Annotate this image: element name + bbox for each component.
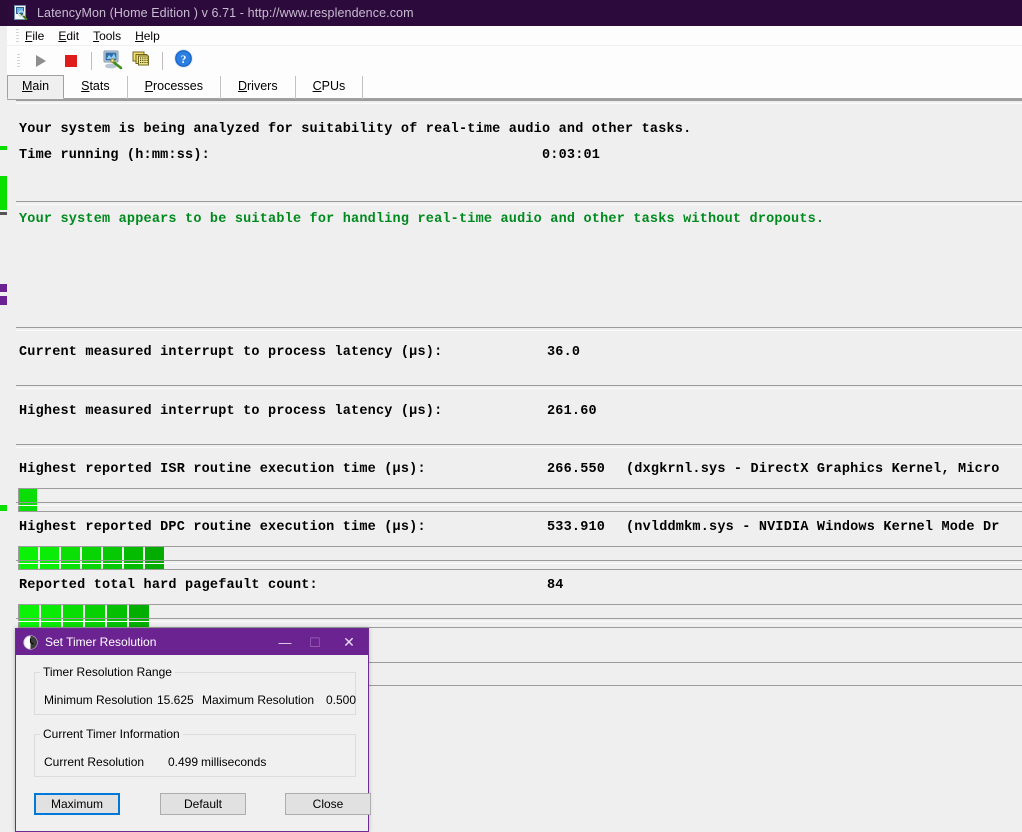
latencymon-window: LatencyMon (Home Edition ) v 6.71 - http… <box>7 0 1022 832</box>
maximum-resolution-value: 0.500 <box>326 693 357 707</box>
divider-row-4 <box>16 560 1022 564</box>
question-help-icon: ? <box>173 48 194 74</box>
background-green-strip-3 <box>0 505 7 511</box>
tabstrip: Main Stats Processes Drivers CPUs <box>7 75 1022 100</box>
toolbar-separator-2 <box>162 52 163 70</box>
close-button[interactable]: Close <box>285 793 371 815</box>
background-purple-strip-1 <box>0 284 7 292</box>
start-button[interactable] <box>26 48 56 74</box>
divider-row-2 <box>16 444 1022 448</box>
stop-icon <box>65 55 77 67</box>
metric-note-3: (nvlddmkm.sys - NVIDIA Windows Kernel Mo… <box>626 520 1000 535</box>
toolbar: ? <box>7 46 1022 76</box>
divider-row-1 <box>16 385 1022 389</box>
svg-text:?: ? <box>180 54 186 66</box>
metric-label-4: Reported total hard pagefault count: <box>19 578 318 593</box>
background-window-titlebar <box>0 0 7 26</box>
current-timer-information-legend: Current Timer Information <box>43 727 180 741</box>
minimum-resolution-value: 15.625 <box>157 693 194 707</box>
time-running-label: Time running (h:mm:ss): <box>19 148 210 163</box>
menubar-grip[interactable] <box>16 28 19 43</box>
divider-row-3 <box>16 502 1022 506</box>
metric-note-2: (dxgkrnl.sys - DirectX Graphics Kernel, … <box>626 462 1000 477</box>
play-icon <box>36 55 46 67</box>
report-button[interactable] <box>97 48 127 74</box>
metric-value-0: 36.0 <box>547 345 581 360</box>
current-resolution-unit: milliseconds <box>201 755 267 769</box>
dialog-body: Timer Resolution Range Minimum Resolutio… <box>16 655 371 831</box>
menu-edit[interactable]: Edit <box>58 29 79 43</box>
report-wand-icon <box>101 48 123 75</box>
metric-label-0: Current measured interrupt to process la… <box>19 345 443 360</box>
set-timer-resolution-dialog: Set Timer Resolution — ☐ ✕ Timer Resolut… <box>15 628 371 832</box>
window-titlebar[interactable]: LatencyMon (Home Edition ) v 6.71 - http… <box>7 0 1022 26</box>
stop-button[interactable] <box>56 48 86 74</box>
metric-value-4: 84 <box>547 578 564 593</box>
current-timer-information-group: Current Timer Information <box>34 727 356 777</box>
metric-value-2: 266.550 <box>547 462 606 477</box>
toolbar-grip[interactable] <box>17 54 20 68</box>
highest-latency-bar <box>18 546 1022 570</box>
divider-row-5 <box>16 618 1022 622</box>
dialog-titlebar[interactable]: Set Timer Resolution — ☐ ✕ <box>16 629 368 655</box>
clock-icon <box>23 634 38 650</box>
copy-layers-icon <box>131 48 153 75</box>
tab-processes[interactable]: Processes <box>128 76 221 99</box>
tab-stats[interactable]: Stats <box>64 76 128 99</box>
divider-top <box>16 100 1022 104</box>
metric-label-3: Highest reported DPC routine execution t… <box>19 520 426 535</box>
current-resolution-label: Current Resolution <box>44 755 145 769</box>
latencymon-app-icon <box>13 5 29 21</box>
maximum-resolution-label: Maximum Resolution <box>202 693 315 707</box>
dialog-maximize-button[interactable]: ☐ <box>300 629 330 655</box>
isr-execution-bar <box>18 604 1022 628</box>
minimum-resolution-label: Minimum Resolution <box>44 693 153 707</box>
background-green-strip-2 <box>0 176 7 210</box>
tab-drivers[interactable]: Drivers <box>221 76 296 99</box>
highest-latency-bar-fill <box>19 547 1022 569</box>
timer-resolution-range-group: Timer Resolution Range <box>34 665 356 715</box>
menu-file[interactable]: File <box>25 29 44 43</box>
background-dark-strip-1 <box>0 212 7 215</box>
dialog-window-buttons: — ☐ ✕ <box>270 629 368 655</box>
window-title: LatencyMon (Home Edition ) v 6.71 - http… <box>37 6 414 20</box>
current-resolution-value: 0.499 <box>168 755 199 769</box>
time-running-value: 0:03:01 <box>542 148 601 163</box>
metric-label-2: Highest reported ISR routine execution t… <box>19 462 426 477</box>
metric-value-1: 261.60 <box>547 404 597 419</box>
default-button[interactable]: Default <box>160 793 246 815</box>
divider-verdict <box>16 201 1022 205</box>
menu-help[interactable]: Help <box>135 29 160 43</box>
tab-cpus[interactable]: CPUs <box>296 76 364 99</box>
metric-value-3: 533.910 <box>547 520 606 535</box>
menu-tools[interactable]: Tools <box>93 29 121 43</box>
menubar: File Edit Tools Help <box>7 26 1022 46</box>
metric-label-1: Highest measured interrupt to process la… <box>19 404 443 419</box>
dialog-close-button[interactable]: ✕ <box>330 629 368 655</box>
isr-execution-bar-fill <box>19 605 1022 627</box>
dialog-minimize-button[interactable]: — <box>270 629 300 655</box>
divider-metrics <box>16 327 1022 331</box>
background-purple-strip-2 <box>0 296 7 305</box>
dialog-title: Set Timer Resolution <box>45 635 157 649</box>
screen: LatencyMon (Home Edition ) v 6.71 - http… <box>0 0 1022 832</box>
toolbar-separator-1 <box>91 52 92 70</box>
current-latency-bar-fill <box>19 489 1022 511</box>
help-button[interactable]: ? <box>168 48 198 74</box>
copy-button[interactable] <box>127 48 157 74</box>
status-header-text: Your system is being analyzed for suitab… <box>19 122 692 137</box>
tab-main[interactable]: Main <box>7 75 65 99</box>
background-green-strip-1 <box>0 146 7 150</box>
maximum-button[interactable]: Maximum <box>34 793 120 815</box>
timer-resolution-range-legend: Timer Resolution Range <box>43 665 172 679</box>
verdict-text: Your system appears to be suitable for h… <box>19 212 825 227</box>
current-latency-bar <box>18 488 1022 512</box>
